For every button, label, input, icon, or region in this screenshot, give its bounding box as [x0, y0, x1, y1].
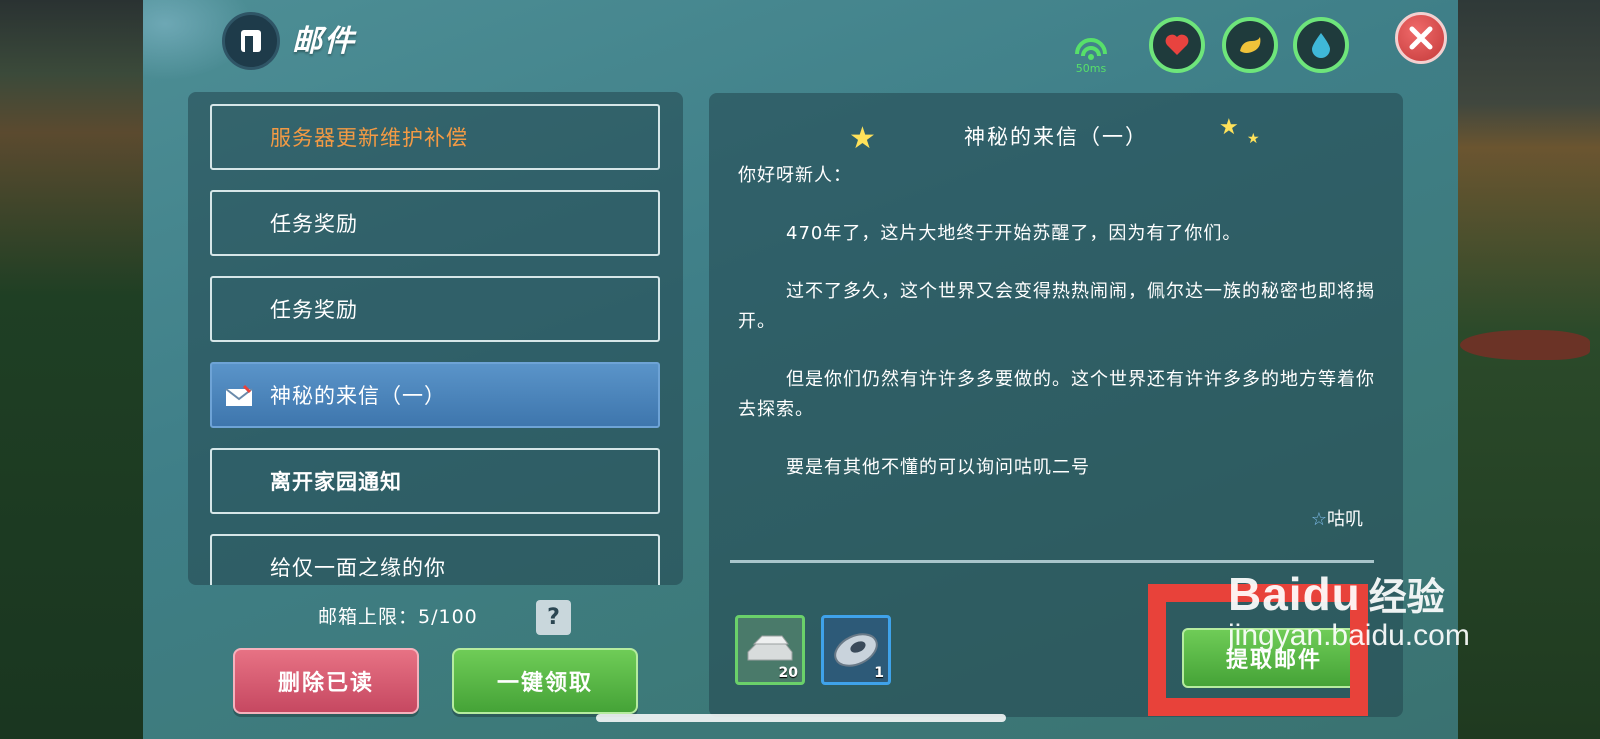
close-button[interactable]	[1395, 12, 1447, 64]
mail-title: 神秘的来信（一）	[964, 125, 1148, 149]
mail-item-leave-home[interactable]: 离开家园通知	[210, 448, 660, 514]
heart-icon	[1165, 34, 1189, 55]
thirst-stat[interactable]	[1293, 17, 1349, 73]
mail-item-task-reward[interactable]: 任务奖励	[210, 276, 660, 342]
mail-item-label: 任务奖励	[270, 212, 358, 236]
mailbox-limit: 邮箱上限：5/100	[318, 606, 478, 628]
health-stat[interactable]	[1149, 17, 1205, 73]
mail-paragraph: 要是有其他不懂的可以询问咕叽二号	[786, 457, 1090, 478]
reward-count: 1	[874, 665, 884, 681]
network-latency: 50ms	[1066, 36, 1116, 76]
reward-item-silver[interactable]: 20	[735, 615, 805, 685]
rock	[1460, 330, 1590, 360]
star-outline-icon: ☆	[1310, 509, 1327, 530]
mail-header-icon	[222, 12, 280, 70]
latency-value: 50ms	[1075, 62, 1107, 75]
watermark-url: jingyan.baidu.com	[1228, 619, 1470, 652]
mail-signature: ☆咕叽	[1311, 505, 1363, 531]
mail-item-server-compensation[interactable]: 服务器更新维护补偿	[210, 104, 660, 170]
delete-read-button[interactable]: 删除已读	[233, 648, 419, 714]
mail-item-label: 离开家园通知	[270, 470, 402, 494]
mail-item-label: 神秘的来信（一）	[270, 384, 446, 408]
mail-item-label: 任务奖励	[270, 298, 358, 322]
close-icon	[1409, 26, 1433, 50]
mail-item-mysterious-letter[interactable]: 神秘的来信（一）	[210, 362, 660, 428]
claim-all-button[interactable]: 一键领取	[452, 648, 638, 714]
home-indicator[interactable]	[596, 714, 1006, 722]
mail-greeting: 你好呀新人：	[738, 165, 852, 186]
help-button[interactable]: ?	[536, 600, 571, 635]
mail-paragraph: 过不了多久，这个世界又会变得热热闹闹，佩尔达一族的秘密也即将揭开。	[738, 281, 1375, 332]
mail-body: 你好呀新人： 470年了，这片大地终于开始苏醒了，因为有了你们。 过不了多久，这…	[738, 161, 1378, 511]
food-icon	[1240, 37, 1261, 53]
hunger-stat[interactable]	[1222, 17, 1278, 73]
mail-list[interactable]: 服务器更新维护补偿 任务奖励 任务奖励 神秘的来信（一） 离开家园通知 给仅一面…	[188, 92, 683, 585]
signature-text: 咕叽	[1327, 509, 1363, 530]
mail-item-task-reward[interactable]: 任务奖励	[210, 190, 660, 256]
game-world-left	[0, 0, 150, 739]
water-drop-icon	[1312, 33, 1330, 58]
mail-item-partial[interactable]: 给仅一面之缘的你	[210, 534, 660, 585]
watermark-brand: Baidu	[1228, 568, 1361, 620]
reward-count: 20	[778, 665, 798, 681]
mail-item-label: 给仅一面之缘的你	[270, 556, 446, 580]
mail-paragraph: 470年了，这片大地终于开始苏醒了，因为有了你们。	[786, 223, 1242, 244]
watermark: Baidu 经验 jingyan.baidu.com	[1228, 566, 1470, 653]
page-title: 邮件	[292, 24, 356, 59]
signal-icon	[1075, 38, 1107, 60]
reward-item-disc[interactable]: 1	[821, 615, 891, 685]
mail-item-label: 服务器更新维护补偿	[270, 126, 468, 150]
mail-paragraph: 但是你们仍然有许许多多要做的。这个世界还有许许多多的地方等着你去探索。	[738, 369, 1375, 420]
divider	[730, 560, 1374, 563]
envelope-icon	[224, 384, 254, 413]
watermark-brand-cn: 经验	[1368, 577, 1445, 619]
